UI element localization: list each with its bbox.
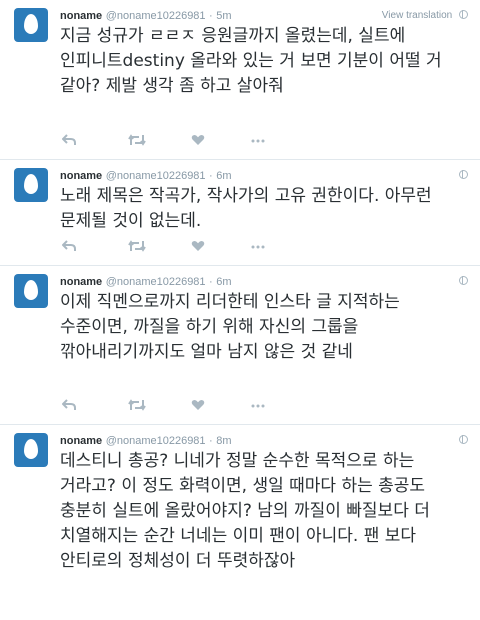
username[interactable]: @noname10226981 <box>106 435 206 447</box>
tweet-text: 데스티니 총공? 니네가 정말 순수한 목적으로 하는 거라고? 이 정도 화력… <box>60 451 430 571</box>
avatar[interactable] <box>14 168 48 202</box>
avatar[interactable] <box>14 433 48 467</box>
globe-icon <box>459 10 468 19</box>
tweet-actions <box>60 134 265 150</box>
tweet-header: noname @noname10226981 · 5m View transla… <box>60 8 468 24</box>
tweet-header: noname @noname10226981 · 8m <box>60 433 468 449</box>
avatar[interactable] <box>14 8 48 42</box>
tweet-actions <box>60 399 265 415</box>
separator-dot: · <box>209 276 213 288</box>
tweet-timeline: noname @noname10226981 · 5m View transla… <box>0 0 480 620</box>
timestamp[interactable]: 6m <box>216 170 231 182</box>
more-options-icon[interactable] <box>251 240 265 256</box>
username[interactable]: @noname10226981 <box>106 276 206 288</box>
retweet-icon[interactable] <box>128 134 146 150</box>
egg-avatar-icon <box>24 14 38 34</box>
timestamp[interactable]: 6m <box>216 276 231 288</box>
avatar[interactable] <box>14 274 48 308</box>
more-options-icon[interactable] <box>251 134 265 150</box>
separator-dot: · <box>209 435 213 447</box>
egg-avatar-icon <box>24 174 38 194</box>
separator-dot: · <box>209 10 213 22</box>
tweet-text: 지금 성규가 ㄹㄹㅈ 응원글까지 올렸는데, 실트에 인피니트destiny 올… <box>60 26 442 96</box>
username[interactable]: @noname10226981 <box>106 170 206 182</box>
tweet-text: 노래 제목은 작곡가, 작사가의 고유 권한이다. 아무런 문제될 것이 없는데… <box>60 186 432 231</box>
tweet[interactable]: noname @noname10226981 · 6m 이제 직멘으로까지 리더… <box>0 266 480 425</box>
heart-icon[interactable] <box>191 399 205 415</box>
tweet[interactable]: noname @noname10226981 · 8m 데스티니 총공? 니네가… <box>0 425 480 620</box>
reply-icon[interactable] <box>62 134 76 150</box>
tweet-actions <box>60 240 265 256</box>
username[interactable]: @noname10226981 <box>106 10 206 22</box>
heart-icon[interactable] <box>191 240 205 256</box>
timestamp[interactable]: 5m <box>216 10 231 22</box>
reply-icon[interactable] <box>62 240 76 256</box>
egg-avatar-icon <box>24 280 38 300</box>
globe-icon <box>459 435 468 444</box>
tweet-header: noname @noname10226981 · 6m <box>60 274 468 290</box>
egg-avatar-icon <box>24 439 38 459</box>
tweet-header: noname @noname10226981 · 6m <box>60 168 468 184</box>
globe-icon <box>459 276 468 285</box>
more-options-icon[interactable] <box>251 399 265 415</box>
retweet-icon[interactable] <box>128 399 146 415</box>
tweet[interactable]: noname @noname10226981 · 6m 노래 제목은 작곡가, … <box>0 160 480 266</box>
fullname[interactable]: noname <box>60 170 102 182</box>
view-translation-link[interactable]: View translation <box>382 10 452 21</box>
globe-icon <box>459 170 468 179</box>
timestamp[interactable]: 8m <box>216 435 231 447</box>
retweet-icon[interactable] <box>128 240 146 256</box>
reply-icon[interactable] <box>62 399 76 415</box>
fullname[interactable]: noname <box>60 435 102 447</box>
tweet[interactable]: noname @noname10226981 · 5m View transla… <box>0 0 480 160</box>
tweet-text: 이제 직멘으로까지 리더한테 인스타 글 지적하는 수준이면, 까질을 하기 위… <box>60 292 400 362</box>
fullname[interactable]: noname <box>60 10 102 22</box>
fullname[interactable]: noname <box>60 276 102 288</box>
heart-icon[interactable] <box>191 134 205 150</box>
separator-dot: · <box>209 170 213 182</box>
